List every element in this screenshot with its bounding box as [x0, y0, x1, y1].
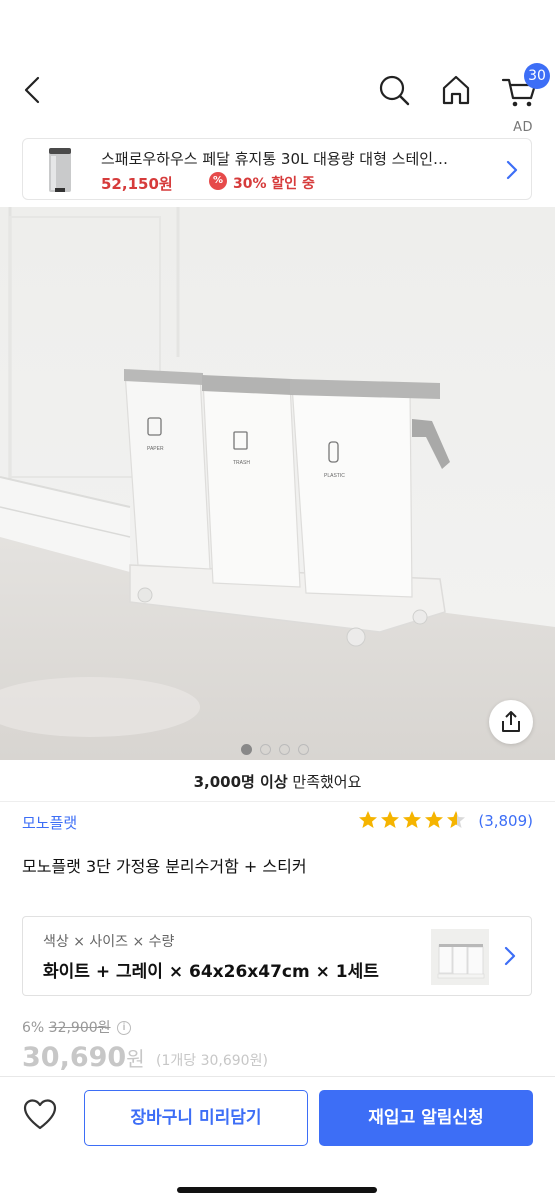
- ad-label: AD: [513, 120, 533, 135]
- ad-title: 스패로우하우스 페달 휴지통 30L 대용량 대형 스테인…: [101, 150, 449, 168]
- divider: [0, 801, 555, 802]
- option-thumbnail: [431, 929, 489, 985]
- chevron-right-icon: [505, 159, 519, 181]
- home-icon[interactable]: [438, 70, 474, 110]
- ad-price: 52,150원: [101, 175, 173, 193]
- search-icon[interactable]: [376, 70, 412, 110]
- star-icon: [425, 811, 443, 828]
- star-icon: [403, 811, 421, 828]
- sale-percent-icon: %: [209, 172, 227, 190]
- share-button[interactable]: [489, 700, 533, 744]
- ad-discount: 30% 할인 중: [233, 176, 315, 192]
- back-icon[interactable]: [16, 70, 50, 110]
- discount-row: 6% 32,900원 i: [22, 1017, 131, 1037]
- original-price: 32,900원: [48, 1020, 111, 1036]
- product-title: 모노플랫 3단 가정용 분리수거함 + 스티커: [22, 857, 307, 876]
- rating-stars[interactable]: [358, 810, 466, 832]
- half-star-icon: [447, 811, 465, 828]
- option-labels: 색상 × 사이즈 × 수량: [43, 934, 175, 950]
- review-count[interactable]: (3,809): [478, 812, 533, 830]
- bin-labels: PAPER TRASH PLASTIC: [147, 446, 345, 479]
- cart-count-badge: 30: [524, 63, 550, 89]
- bin-label-plastic: PLASTIC: [324, 473, 345, 479]
- product-image-carousel[interactable]: PAPER TRASH PLASTIC: [0, 207, 555, 760]
- bottom-action-bar: 장바구니 미리담기 재입고 알림신청: [0, 1076, 555, 1200]
- add-to-cart-button[interactable]: 장바구니 미리담기: [84, 1090, 308, 1146]
- chevron-right-icon: [503, 945, 517, 967]
- carousel-indicator: [241, 744, 309, 756]
- star-icon: [381, 811, 399, 828]
- satisfaction-text: 3,000명 이상 만족했어요: [0, 771, 555, 792]
- share-icon: [502, 711, 520, 732]
- restock-alert-button[interactable]: 재입고 알림신청: [319, 1090, 533, 1146]
- top-nav: [0, 60, 555, 120]
- carousel-dot[interactable]: [279, 744, 290, 755]
- satisfaction-rest: 만족했어요: [287, 773, 362, 791]
- discount-rate: 6%: [22, 1020, 45, 1036]
- sale-price-unit: 원: [126, 1047, 145, 1071]
- option-value: 화이트 + 그레이 × 64x26x47cm × 1세트: [43, 962, 379, 982]
- sale-price: 30,690원: [22, 1042, 145, 1073]
- unit-price: (1개당 30,690원): [156, 1053, 268, 1069]
- ad-banner[interactable]: 스패로우하우스 페달 휴지통 30L 대용량 대형 스테인… 52,150원 %…: [22, 138, 532, 200]
- carousel-dot[interactable]: [241, 744, 252, 755]
- carousel-dot[interactable]: [298, 744, 309, 755]
- wishlist-heart-icon[interactable]: [22, 1097, 58, 1133]
- star-icon: [359, 811, 377, 828]
- bin-label-trash: TRASH: [233, 460, 250, 466]
- info-icon[interactable]: i: [117, 1021, 131, 1035]
- bin-label-paper: PAPER: [147, 446, 164, 452]
- ad-product-thumbnail: [35, 144, 87, 196]
- home-indicator: [177, 1187, 377, 1193]
- carousel-dot[interactable]: [260, 744, 271, 755]
- satisfaction-count: 3,000명 이상: [193, 773, 288, 791]
- brand-link[interactable]: 모노플랫: [22, 812, 77, 833]
- option-selector[interactable]: 색상 × 사이즈 × 수량 화이트 + 그레이 × 64x26x47cm × 1…: [22, 916, 532, 996]
- sale-price-value: 30,690: [22, 1042, 127, 1073]
